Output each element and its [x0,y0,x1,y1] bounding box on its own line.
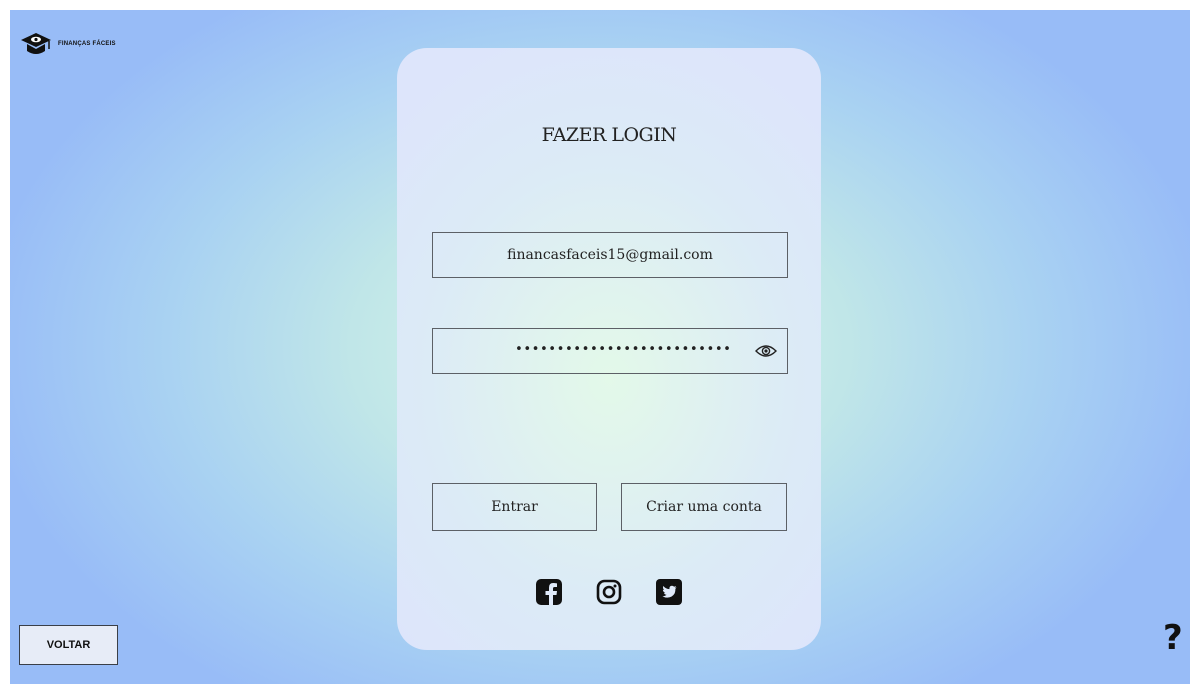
create-account-button[interactable]: Criar uma conta [621,483,787,531]
password-field[interactable]: •••••••••••••••••••••••••• [432,328,788,374]
brand: FINANÇAS FÁCEIS [20,30,116,58]
password-value: •••••••••••••••••••••••••• [515,342,732,357]
graduation-cap-eye-icon [20,30,52,58]
brand-name: FINANÇAS FÁCEIS [58,41,116,47]
twitter-icon[interactable] [656,579,682,605]
social-links [397,579,821,605]
login-card: FAZER LOGIN financasfaceis15@gmail.com •… [397,48,821,650]
login-title: FAZER LOGIN [541,124,677,146]
facebook-icon[interactable] [536,579,562,605]
instagram-icon[interactable] [596,579,622,605]
enter-button[interactable]: Entrar [432,483,597,531]
email-field[interactable]: financasfaceis15@gmail.com [432,232,788,278]
back-button[interactable]: VOLTAR [19,625,118,665]
eye-icon[interactable] [755,343,777,364]
app-background: FINANÇAS FÁCEIS FAZER LOGIN financasface… [10,10,1190,684]
help-button[interactable]: ? [1163,618,1183,658]
email-value: financasfaceis15@gmail.com [507,247,713,263]
